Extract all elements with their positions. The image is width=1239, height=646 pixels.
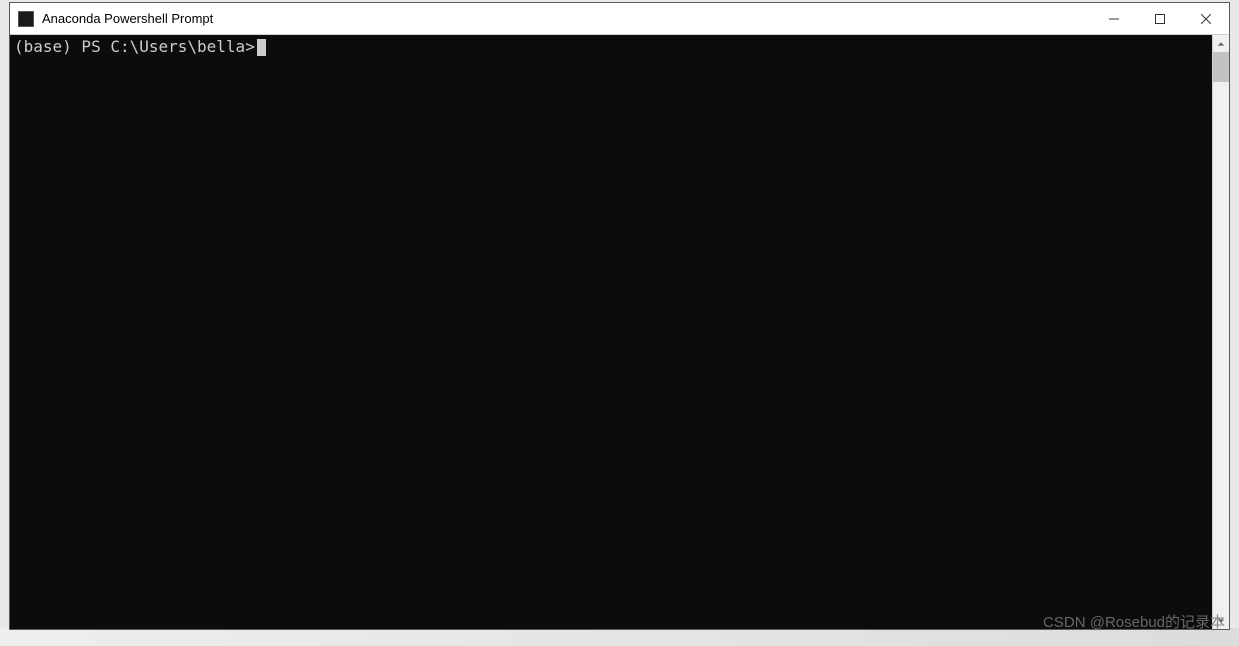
window-title: Anaconda Powershell Prompt: [42, 11, 213, 26]
app-window: Anaconda Powershell Prompt (base) PS C:\…: [9, 2, 1230, 630]
maximize-icon: [1155, 14, 1165, 24]
terminal-app-icon: [18, 11, 34, 27]
chevron-down-icon: [1217, 617, 1225, 625]
vertical-scrollbar[interactable]: [1212, 35, 1229, 629]
close-icon: [1201, 14, 1211, 24]
titlebar[interactable]: Anaconda Powershell Prompt: [10, 3, 1229, 35]
prompt-text: (base) PS C:\Users\bella>: [14, 37, 255, 56]
minimize-button[interactable]: [1091, 3, 1137, 34]
titlebar-left: Anaconda Powershell Prompt: [10, 11, 1091, 27]
window-controls: [1091, 3, 1229, 34]
close-button[interactable]: [1183, 3, 1229, 34]
scroll-down-button[interactable]: [1213, 612, 1229, 629]
desktop-background-strip: [0, 628, 1239, 646]
chevron-up-icon: [1217, 40, 1225, 48]
text-cursor: [257, 39, 266, 56]
maximize-button[interactable]: [1137, 3, 1183, 34]
terminal-content[interactable]: (base) PS C:\Users\bella>: [10, 35, 1212, 629]
scroll-track[interactable]: [1213, 52, 1229, 612]
minimize-icon: [1109, 14, 1119, 24]
terminal-area: (base) PS C:\Users\bella>: [10, 35, 1229, 629]
scroll-up-button[interactable]: [1213, 35, 1229, 52]
scroll-thumb[interactable]: [1213, 52, 1229, 82]
